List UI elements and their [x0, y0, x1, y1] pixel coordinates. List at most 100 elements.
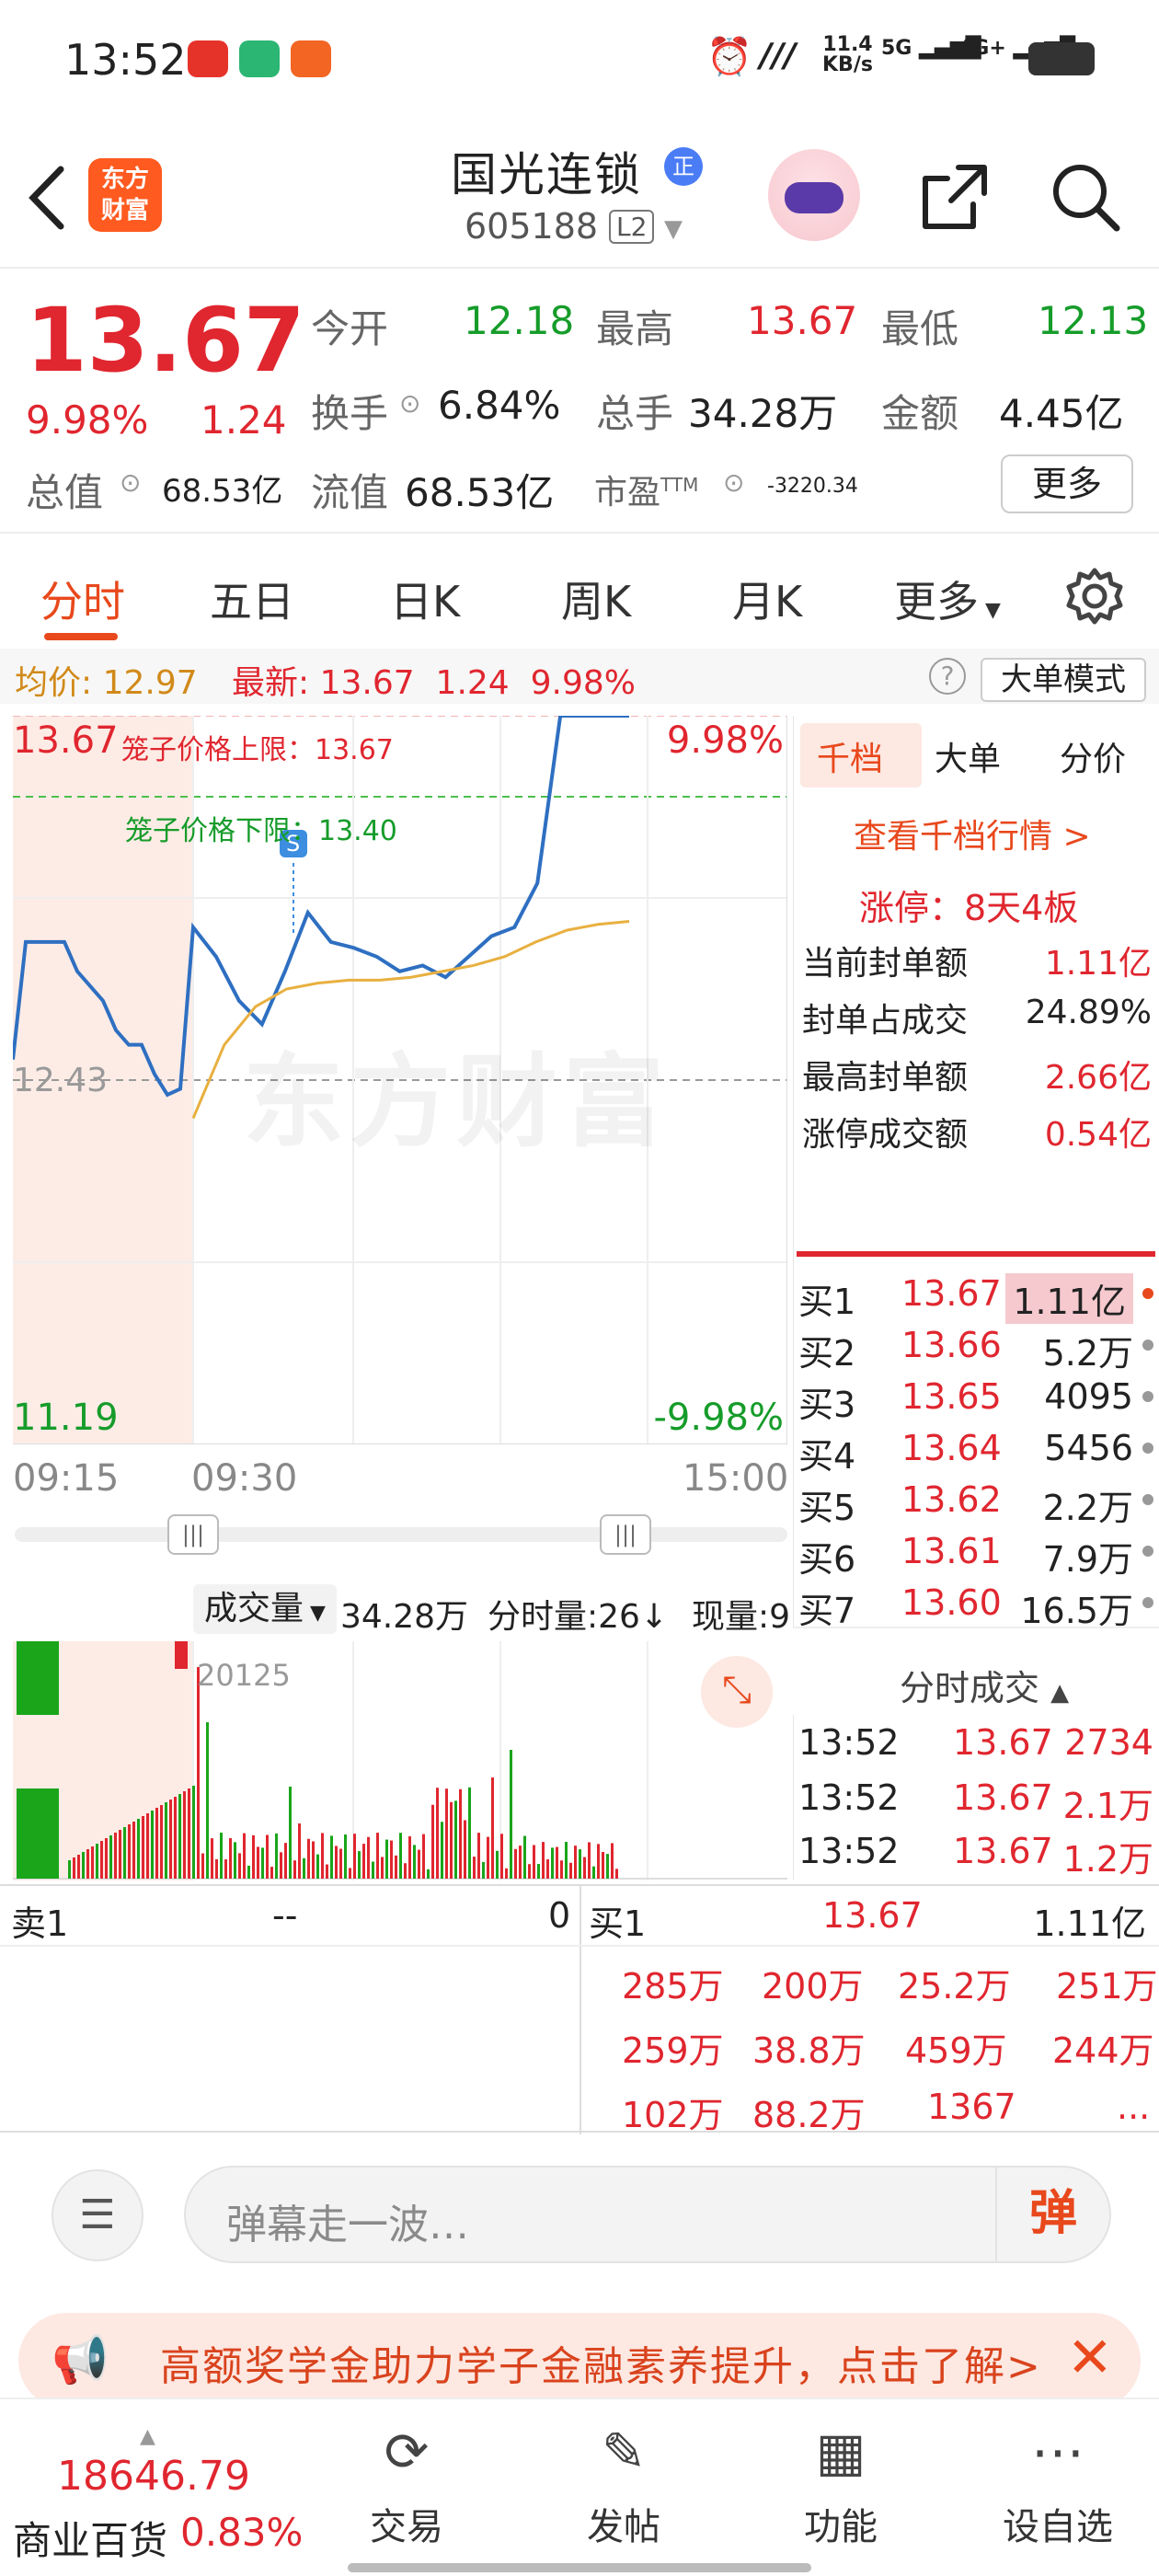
volume-bar	[197, 1667, 200, 1879]
megaphone-icon: 📢	[52, 2333, 109, 2386]
tab-monthly-k[interactable]: 月K	[732, 569, 802, 629]
level-dropdown-icon[interactable]: ▼	[664, 215, 683, 243]
volume-bar	[491, 1777, 494, 1879]
bid-row-7[interactable]: 买7 13.60 16.5万	[793, 1577, 1159, 1631]
panel-tab-depth[interactable]: 千档	[817, 732, 883, 780]
last-price: 13.67	[26, 289, 305, 392]
tab-weekly-k[interactable]: 周K	[561, 569, 631, 629]
expand-icon[interactable]: ⤡	[701, 1656, 773, 1728]
low-value: 12.13	[1038, 298, 1149, 343]
order-book-panel: 千档 大单 分价 查看千档行情 > 涨停：8天4板 当前封单额 1.11亿 封单…	[793, 716, 1159, 1880]
app-logo[interactable]: 东方 财富	[88, 158, 162, 232]
pe-info-icon[interactable]: ⊙	[723, 467, 744, 498]
volume-value: 34.28万	[688, 391, 838, 436]
danmaku-settings-icon[interactable]: ☰	[52, 2169, 143, 2261]
volume-bar	[408, 1835, 411, 1879]
bid-row-1[interactable]: 买1 13.67 1.11亿	[793, 1268, 1159, 1324]
volume-bar	[399, 1833, 402, 1879]
volume-bar	[602, 1851, 604, 1879]
volume-bar	[261, 1847, 264, 1879]
bid1-volume: 1.11亿	[1033, 1903, 1146, 1944]
banner-text[interactable]: 高额奖学金助力学子金融素养提升，点击了解>	[160, 2333, 1042, 2392]
tab-more[interactable]: 更多 ▼	[894, 569, 1001, 629]
volume-bar	[344, 1834, 347, 1879]
limit-up-streak: 涨停：8天4板	[859, 888, 1079, 928]
big-order-mode-button[interactable]: 大单模式	[981, 658, 1146, 702]
volume-bar	[537, 1864, 540, 1879]
search-icon[interactable]	[1047, 158, 1124, 236]
stat-row: 涨停成交额	[802, 1116, 969, 1154]
up-arrow-icon: ▲	[140, 2425, 155, 2448]
share-icon[interactable]	[916, 158, 993, 236]
panel-tab-price-dist[interactable]: 分价	[1060, 732, 1126, 780]
settings-gear-icon[interactable]	[1063, 565, 1126, 627]
view-depth-link[interactable]: 查看千档行情 >	[854, 810, 1091, 857]
queue-cell: 38.8万	[752, 2030, 866, 2071]
more-button[interactable]: 更多	[1001, 454, 1133, 513]
volume-indicator-selector[interactable]: 成交量 ▼	[193, 1584, 337, 1634]
volume-bar	[73, 1857, 75, 1879]
volume-bar	[146, 1813, 149, 1879]
queue-cell: 259万	[622, 2030, 724, 2071]
intraday-chart[interactable]: S 东方财富 13.67 笼子价格上限：13.67 9.98% 笼子价格下限：1…	[13, 716, 787, 1444]
danmaku-send-button[interactable]: 弹	[995, 2168, 1109, 2261]
nav-post[interactable]: ✎ 发帖	[550, 2414, 697, 2550]
turnover-info-icon[interactable]: ⊙	[399, 388, 420, 419]
volume-bar	[114, 1833, 117, 1879]
chart-bottom-pct: -9.98%	[653, 1397, 784, 1439]
volume-bar	[404, 1863, 407, 1879]
ai-assistant-icon[interactable]	[768, 149, 860, 241]
volume-peak-label: 20125	[197, 1658, 291, 1693]
volume-bar	[330, 1835, 333, 1879]
help-icon[interactable]: ?	[929, 658, 966, 695]
danmaku-placeholder: 弹幕走一波…	[226, 2202, 469, 2248]
stat-row: 当前封单额	[802, 945, 969, 983]
open-label: 今开	[311, 306, 389, 351]
tab-intraday[interactable]: 分时	[40, 569, 125, 629]
promo-banner[interactable]: 📢 高额奖学金助力学子金融素养提升，点击了解> ✕	[18, 2313, 1141, 2409]
queue-cell: 244万	[1052, 2030, 1154, 2071]
bid-row-2[interactable]: 买2 13.66 5.2万	[793, 1319, 1159, 1374]
volume-bar	[592, 1866, 595, 1879]
mktcap-info-icon[interactable]: ⊙	[120, 467, 141, 498]
volume-bar	[151, 1811, 154, 1879]
volume-bar	[385, 1839, 388, 1879]
volume-bar	[307, 1838, 310, 1879]
turnover-label: 换手	[311, 391, 389, 436]
chart-bottom-price: 11.19	[13, 1397, 119, 1439]
back-icon[interactable]	[24, 164, 68, 232]
danmaku-input[interactable]: 弹幕走一波… 弹	[184, 2166, 1111, 2263]
queue-cell: 251万	[1056, 1966, 1158, 2007]
latest-price-label: 最新: 13.67 1.24 9.98%	[232, 664, 636, 702]
sector-name: 商业百货	[13, 2518, 168, 2563]
bid-row-5[interactable]: 买5 13.62 2.2万	[793, 1474, 1159, 1528]
nav-watchlist[interactable]: ⋯ 设自选	[984, 2414, 1131, 2550]
quote-panel: 13.67 9.98% 1.24 总值 ⊙ 68.53亿 今开 12.18 最高…	[0, 267, 1159, 534]
ticks-title[interactable]: 分时成交 ▲	[900, 1660, 1069, 1710]
bid-row-4[interactable]: 买4 13.64 5456	[793, 1422, 1159, 1477]
level2-badge[interactable]: L2	[609, 210, 655, 244]
volume-bar	[339, 1848, 342, 1879]
volume-bar	[155, 1808, 158, 1879]
tab-five-day[interactable]: 五日	[210, 569, 294, 629]
volume-bar	[551, 1847, 554, 1879]
bid-row-3[interactable]: 买3 13.65 4095	[793, 1371, 1159, 1425]
volume-bar	[413, 1845, 416, 1879]
panel-tab-big-orders[interactable]: 大单	[935, 732, 1001, 780]
bid-row-6[interactable]: 买6 13.61 7.9万	[793, 1525, 1159, 1580]
volume-chart[interactable]: 20125	[13, 1641, 787, 1880]
volume-bar	[96, 1844, 98, 1879]
slider-right-handle[interactable]: |||	[600, 1514, 651, 1555]
volume-bar	[459, 1788, 462, 1879]
nav-functions[interactable]: ▦ 功能	[767, 2414, 914, 2550]
time-range-slider[interactable]: ||| |||	[15, 1514, 787, 1555]
level1-queue: 卖1 -- 0 买1 13.67 1.11亿 285万 200万 25.2万 2…	[0, 1884, 1159, 2135]
volume-bar	[128, 1824, 131, 1879]
nav-trade[interactable]: ⟳ 交易	[333, 2414, 480, 2550]
volume-bar	[137, 1819, 140, 1879]
volume-bar	[358, 1851, 361, 1879]
close-icon[interactable]: ✕	[1067, 2326, 1113, 2390]
tab-daily-k[interactable]: 日K	[390, 569, 460, 629]
sector-index[interactable]: 18646.79 ▲ 商业百货 0.83%	[0, 2399, 304, 2565]
slider-left-handle[interactable]: |||	[167, 1514, 219, 1555]
